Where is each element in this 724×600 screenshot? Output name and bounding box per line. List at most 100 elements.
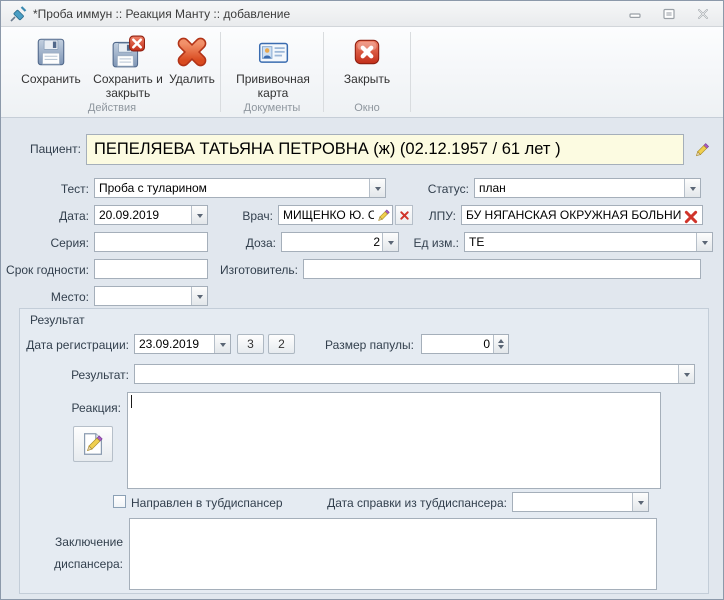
app-window: *Проба иммун :: Реакция Манту :: добавле… [0, 0, 724, 600]
chevron-down-icon[interactable] [684, 179, 700, 197]
expiry-label: Срок годности: [1, 263, 89, 277]
chevron-down-icon[interactable] [678, 365, 694, 383]
registration-date-label: Дата регистрации: [19, 338, 129, 352]
chevron-down-icon[interactable] [191, 287, 207, 305]
maximize-button[interactable] [657, 6, 681, 22]
tub-certificate-date-label: Дата справки из тубдиспансера: [327, 496, 507, 510]
manufacturer-label: Изготовитель: [211, 263, 298, 277]
reaction-textarea[interactable] [127, 392, 661, 489]
dose-combo[interactable] [281, 232, 399, 252]
quick-day-3-button[interactable]: 3 [237, 334, 264, 354]
lpu-label: ЛПУ: [416, 209, 456, 223]
registration-date-input[interactable] [135, 335, 214, 353]
unit-label: Ед изм.: [399, 236, 459, 250]
patient-label: Пациент: [21, 142, 81, 156]
status-label: Статус: [409, 182, 469, 196]
chevron-down-icon[interactable] [696, 233, 712, 251]
reaction-edit-button[interactable] [73, 426, 113, 462]
toolbar-group-caption-documents: Документы [222, 102, 322, 114]
save-button[interactable]: Сохранить [13, 33, 89, 88]
dispensary-conclusion-textarea[interactable] [129, 518, 657, 590]
save-and-close-button[interactable]: Сохранить и закрыть [91, 33, 165, 102]
vaccination-card-icon [256, 35, 290, 69]
lpu-field[interactable] [461, 205, 703, 225]
patient-field[interactable] [86, 134, 684, 165]
series-label: Серия: [29, 236, 89, 250]
chevron-down-icon[interactable] [191, 206, 207, 224]
window-title: *Проба иммун :: Реакция Манту :: добавле… [33, 7, 290, 21]
save-and-close-button-label: Сохранить и закрыть [93, 72, 163, 100]
vaccination-card-button-label: Прививочная карта [229, 72, 317, 100]
clear-x-icon [399, 210, 410, 221]
dose-label: Доза: [226, 236, 276, 250]
delete-button[interactable]: Удалить [164, 33, 220, 88]
tub-certificate-date-combo[interactable] [512, 492, 649, 512]
manufacturer-input[interactable] [304, 260, 700, 278]
toolbar-group-caption-window: Окно [325, 102, 409, 114]
close-icon [697, 8, 709, 20]
chevron-down-icon[interactable] [214, 335, 230, 353]
patient-input[interactable] [87, 135, 683, 164]
delete-button-label: Удалить [169, 72, 215, 86]
vaccination-card-button[interactable]: Прививочная карта [227, 33, 319, 102]
doctor-field[interactable] [278, 205, 393, 225]
edit-note-icon [79, 430, 107, 458]
tub-dispensary-checkbox[interactable] [113, 495, 126, 508]
result-combo[interactable] [134, 364, 695, 384]
save-button-label: Сохранить [21, 72, 81, 86]
minimize-icon [629, 8, 641, 20]
text-caret [131, 395, 132, 408]
close-form-button[interactable]: Закрыть [330, 33, 404, 88]
spinner-arrows-icon[interactable] [493, 335, 508, 353]
unit-input[interactable] [465, 233, 696, 251]
quick-day-2-button[interactable]: 2 [268, 334, 295, 354]
toolbar-separator [323, 32, 324, 112]
manufacturer-field[interactable] [303, 259, 701, 279]
maximize-icon [663, 8, 675, 20]
result-input[interactable] [135, 365, 678, 383]
patient-edit-button[interactable] [689, 138, 713, 162]
title-bar: *Проба иммун :: Реакция Манту :: добавле… [1, 1, 723, 27]
reaction-label: Реакция: [61, 401, 121, 415]
pencil-icon[interactable] [375, 208, 391, 224]
chevron-down-icon[interactable] [632, 493, 648, 511]
date-label: Дата: [39, 209, 89, 223]
status-input[interactable] [475, 179, 684, 197]
doctor-label: Врач: [223, 209, 273, 223]
chevron-down-icon[interactable] [369, 179, 385, 197]
unit-combo[interactable] [464, 232, 713, 252]
series-field[interactable] [94, 232, 208, 252]
pencil-icon [693, 142, 710, 159]
minimize-button[interactable] [623, 6, 647, 22]
toolbar-separator [220, 32, 221, 112]
expiry-field[interactable] [94, 259, 208, 279]
papule-size-spinner[interactable] [421, 334, 509, 354]
toolbar: Сохранить Сохранить и закрыть Удалить [1, 27, 723, 118]
date-combo[interactable] [94, 205, 208, 225]
chevron-down-icon[interactable] [382, 233, 398, 251]
clear-x-icon[interactable] [683, 209, 699, 225]
date-input[interactable] [95, 206, 191, 224]
test-input[interactable] [95, 179, 369, 197]
doctor-clear-button[interactable] [395, 205, 413, 225]
delete-icon [175, 35, 209, 69]
tub-certificate-date-input[interactable] [513, 493, 632, 511]
close-form-button-label: Закрыть [344, 72, 390, 86]
save-icon [34, 35, 68, 69]
test-label: Тест: [39, 182, 89, 196]
lpu-input[interactable] [462, 206, 702, 224]
expiry-input[interactable] [95, 260, 207, 278]
tub-dispensary-checkbox-label: Направлен в тубдиспансер [131, 496, 311, 510]
syringe-icon [9, 5, 27, 23]
place-combo[interactable] [94, 286, 208, 306]
dose-input[interactable] [282, 233, 382, 251]
result-label: Результат: [49, 368, 129, 382]
toolbar-separator [410, 32, 411, 112]
test-combo[interactable] [94, 178, 386, 198]
place-label: Место: [29, 290, 89, 304]
status-combo[interactable] [474, 178, 701, 198]
place-input[interactable] [95, 287, 191, 305]
close-button[interactable] [691, 6, 715, 22]
registration-date-combo[interactable] [134, 334, 231, 354]
series-input[interactable] [95, 233, 207, 251]
